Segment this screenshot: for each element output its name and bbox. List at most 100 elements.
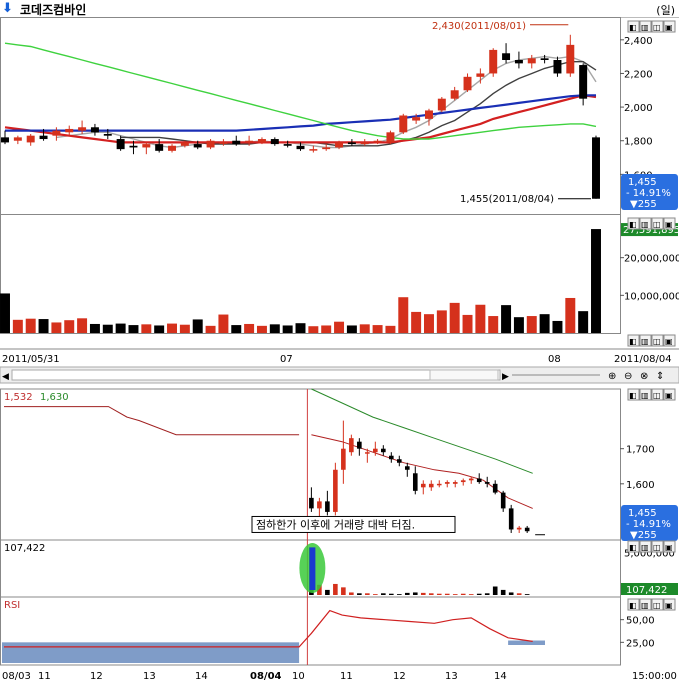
scroll-left-icon: ◀ bbox=[2, 372, 9, 382]
rsi-y-tick-label: 25,00 bbox=[626, 638, 655, 649]
rsi-label: RSI bbox=[4, 600, 20, 611]
intraday-x-label: 08/04 bbox=[250, 671, 282, 682]
candle-body bbox=[335, 142, 344, 148]
intraday-candle-body bbox=[357, 441, 362, 449]
intraday-volume-bar bbox=[349, 592, 354, 595]
price-panel bbox=[0, 17, 621, 215]
volume-bar bbox=[12, 319, 23, 333]
panel-tool-icon: ◫ bbox=[653, 601, 661, 610]
volume-bar bbox=[102, 324, 113, 333]
intraday-x-label: 12 bbox=[393, 671, 406, 682]
candle-body bbox=[257, 139, 266, 143]
zoom-in-icon: ⊕ bbox=[608, 371, 616, 382]
candle-body bbox=[180, 142, 189, 146]
intraday-candle-body bbox=[412, 473, 418, 491]
volume-bar bbox=[501, 305, 512, 333]
spike-volume-bar bbox=[309, 547, 316, 590]
candle-body bbox=[103, 134, 112, 136]
panel-tool-icon: ▣ bbox=[665, 391, 673, 400]
volume-bar bbox=[64, 320, 75, 333]
title-bar: ⬇ 코데즈컴바인 (일) bbox=[0, 0, 679, 18]
panel-tool-icon: ▥ bbox=[641, 543, 649, 552]
volume-bar bbox=[385, 325, 396, 333]
intraday-candle-body bbox=[381, 448, 386, 453]
panel-tool-icon: ▣ bbox=[665, 543, 673, 552]
intraday-candle-body bbox=[468, 478, 474, 481]
intraday-volume-bar bbox=[365, 593, 370, 595]
period-unit: (일) bbox=[656, 4, 675, 17]
intraday-top-label: 1,532 bbox=[4, 392, 33, 403]
candle-body bbox=[514, 60, 523, 64]
intraday-volume-bar bbox=[524, 594, 530, 595]
intraday-price-badge-change: ▼255 bbox=[630, 530, 657, 541]
candle-body bbox=[424, 110, 433, 119]
intraday-volume-bar bbox=[444, 593, 450, 595]
candle-body bbox=[489, 49, 498, 74]
intraday-price-badge-pct: - 14.91% bbox=[626, 519, 671, 530]
daily-x-label: 08 bbox=[548, 354, 561, 365]
intraday-volume-label: 107,422 bbox=[4, 543, 45, 554]
volume-bar bbox=[591, 229, 601, 333]
volume-bar bbox=[0, 293, 10, 333]
volume-bar bbox=[436, 310, 447, 333]
candle-body bbox=[245, 140, 254, 143]
high-annotation: 2,430(2011/08/01) bbox=[432, 21, 526, 32]
candle-body bbox=[373, 140, 382, 143]
intraday-candle-body bbox=[428, 483, 434, 488]
candle-body bbox=[476, 73, 485, 77]
intraday-candle-body bbox=[404, 466, 410, 470]
candle-body bbox=[206, 140, 215, 148]
candle-body bbox=[116, 139, 125, 150]
candle-body bbox=[219, 142, 228, 144]
candle-body bbox=[437, 98, 446, 111]
intraday-volume-bar bbox=[492, 586, 498, 595]
intraday-volume-bar bbox=[508, 592, 514, 595]
candle-body bbox=[129, 145, 138, 148]
intraday-volume-bar bbox=[325, 589, 330, 595]
intraday-candle-body bbox=[500, 492, 506, 509]
volume-bar bbox=[51, 322, 62, 333]
intraday-candle-body bbox=[452, 482, 458, 484]
panel-tool-icon: ◧ bbox=[629, 23, 637, 32]
panel-tool-icon: ▥ bbox=[641, 391, 649, 400]
volume-y-tick-label: 20,000,000 bbox=[624, 254, 679, 265]
volume-bar bbox=[205, 325, 216, 333]
volume-bar bbox=[334, 321, 345, 333]
candle-body bbox=[142, 144, 151, 148]
intraday-volume-bar bbox=[476, 593, 482, 595]
candle-body bbox=[168, 145, 177, 151]
arrow-down-icon[interactable]: ⬇ bbox=[2, 1, 13, 16]
panel-tool-icon: ◧ bbox=[629, 601, 637, 610]
intraday-volume-bar bbox=[357, 593, 362, 595]
intraday-candle-body bbox=[341, 448, 346, 470]
panel-tool-icon: ◫ bbox=[653, 220, 661, 229]
daily-price-badge-price: 1,455 bbox=[628, 177, 657, 188]
intraday-x-label: 12 bbox=[90, 671, 103, 682]
volume-bar bbox=[269, 324, 280, 333]
candle-body bbox=[13, 137, 22, 141]
candle-body bbox=[450, 90, 459, 99]
candle-body bbox=[52, 130, 61, 136]
daily-x-label: 2011/05/31 bbox=[2, 354, 60, 365]
volume-bar bbox=[128, 325, 139, 333]
intraday-x-label: 13 bbox=[143, 671, 156, 682]
volume-bar bbox=[539, 314, 550, 333]
intraday-candle-body bbox=[484, 482, 490, 484]
intraday-volume-bar bbox=[428, 593, 434, 595]
candle-body bbox=[65, 128, 74, 133]
panel-tool-icon: ▣ bbox=[665, 23, 673, 32]
volume-bar bbox=[154, 325, 165, 333]
volume-bar bbox=[38, 319, 49, 333]
intraday-volume-last-label: 107,422 bbox=[626, 585, 667, 596]
candle-body bbox=[386, 132, 395, 143]
zoom-reset-icon: ⊗ bbox=[640, 371, 648, 382]
panel-tool-icon: ▥ bbox=[641, 337, 649, 346]
scrollbar-thumb bbox=[429, 369, 499, 381]
panel-tool-icon: ◫ bbox=[653, 391, 661, 400]
intraday-x-label: 11 bbox=[38, 671, 51, 682]
intraday-candle-body bbox=[389, 455, 394, 460]
candle-body bbox=[232, 140, 241, 145]
intraday-candle-body bbox=[460, 480, 466, 483]
intraday-volume-bar bbox=[333, 583, 338, 595]
annotation-text: 점하한가 이후에 거래량 대박 터짐. bbox=[256, 517, 415, 531]
